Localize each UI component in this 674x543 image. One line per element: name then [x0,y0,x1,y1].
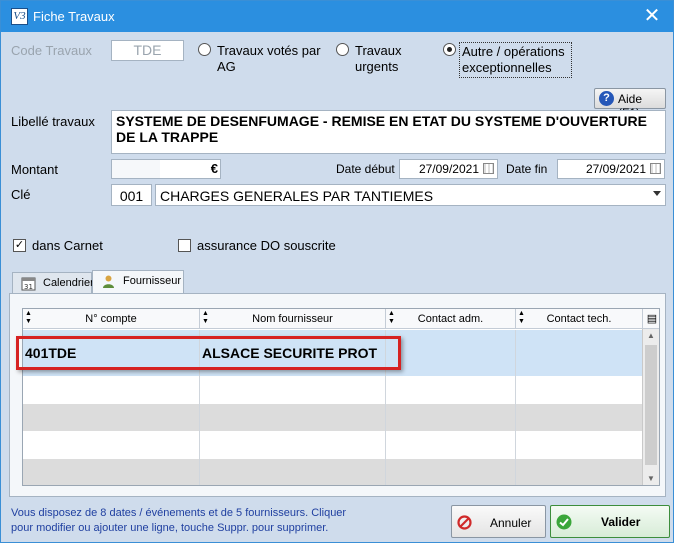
column-header[interactable]: ▲ ▼ Nom fournisseur [200,309,386,329]
column-settings-icon[interactable]: ▤ [643,309,659,329]
column-header[interactable]: ▲ ▼ Contact adm. [386,309,516,329]
currency-symbol: € [210,161,218,176]
validate-button-label: Valider [601,515,641,529]
table-cell [386,431,516,459]
code-travaux-label: Code Travaux [11,43,92,58]
calendar-icon[interactable] [483,163,494,174]
cancel-button[interactable]: Annuler [451,505,546,538]
radio-autre-operations[interactable] [443,43,456,56]
assurance-do-checkbox[interactable] [178,239,191,252]
scroll-up-icon[interactable]: ▲ [643,329,659,343]
help-button[interactable]: ? Aide (F1) [594,88,666,120]
radio-travaux-urgents[interactable] [336,43,349,56]
table-cell [516,431,643,459]
table-cell [386,376,516,404]
calendar-icon: 31 [21,277,36,291]
dialog-window: V3 Fiche Travaux ✕ Code Travaux TDE Trav… [0,0,674,543]
tab-fournisseur[interactable]: Fournisseur [92,270,184,294]
app-logo-icon: V3 [11,8,28,25]
column-header[interactable]: ▲ ▼ Contact tech. [516,309,643,329]
dans-carnet-label: dans Carnet [32,238,103,253]
cle-label: Clé [11,187,31,202]
svg-text:31: 31 [24,283,33,291]
code-travaux-field[interactable]: TDE [111,40,184,61]
date-debut-value: 27/09/2021 [418,162,479,176]
date-fin-field[interactable]: 27/09/2021 [557,159,665,179]
help-icon: ? [599,91,614,106]
table-row[interactable] [23,376,643,404]
chevron-down-icon[interactable] [653,191,661,196]
scroll-down-icon[interactable]: ▼ [643,472,659,485]
tab-calendrier-label: Calendrier [43,277,94,289]
tab-calendrier[interactable]: 31 Calendrier [12,272,94,294]
window-title: Fiche Travaux [33,9,115,24]
table-cell [386,404,516,431]
table-cell [23,376,200,404]
status-message: Vous disposez de 8 dates / événements et… [11,507,347,534]
date-debut-field[interactable]: 27/09/2021 [399,159,498,179]
cle-select-value: CHARGES GENERALES PAR TANTIEMES [160,188,434,204]
table-cell [200,404,386,431]
table-cell [200,459,386,485]
cancel-icon [457,515,472,530]
radio-travaux-urgents-label: Travaux urgents [355,43,402,74]
radio-autre-operations-label: Autre / opérations exceptionnelles [459,42,572,78]
table-cell [516,376,643,404]
column-header[interactable]: ▲ ▼ N° compte [23,309,200,329]
radio-travaux-ag-label: Travaux votés par AG [217,43,321,74]
table-cell [23,404,200,431]
montant-label: Montant [11,162,58,177]
table-cell [23,459,200,485]
scrollbar-thumb[interactable] [645,345,657,465]
date-fin-label: Date fin [506,162,548,176]
table-cell [516,404,643,431]
sort-icon: ▲ ▼ [518,310,525,325]
radio-travaux-ag[interactable] [198,43,211,56]
cle-code-field[interactable]: 001 [111,184,152,206]
title-bar[interactable]: V3 Fiche Travaux ✕ [1,1,673,32]
validate-button[interactable]: Valider [550,505,670,538]
sort-icon: ▲ ▼ [388,310,395,325]
date-fin-value: 27/09/2021 [585,162,646,176]
table-cell [386,330,516,376]
assurance-do-label: assurance DO souscrite [197,238,336,253]
cancel-button-label: Annuler [490,516,532,530]
libelle-textarea[interactable]: SYSTEME DE DESENFUMAGE - REMISE EN ETAT … [111,110,666,154]
table-row[interactable] [23,431,643,459]
cle-select[interactable]: CHARGES GENERALES PAR TANTIEMES [155,184,666,206]
supplier-table[interactable]: ▲ ▼ N° compte ▲ ▼ Nom fournisseur ▲ ▼ Contact … [22,308,660,486]
dans-carnet-checkbox[interactable]: ✓ [13,239,26,252]
sort-icon: ▲ ▼ [25,310,32,325]
supplier-person-icon [103,275,114,288]
table-cell [386,459,516,485]
table-cell [516,330,643,376]
close-icon[interactable]: ✕ [639,4,665,28]
table-cell [200,431,386,459]
table-row[interactable] [23,459,643,485]
highlight-annotation [16,336,401,370]
date-debut-label: Date début [336,162,395,176]
table-row[interactable] [23,404,643,431]
vertical-scrollbar[interactable]: ▲ ▼ [642,329,659,485]
montant-field[interactable]: € [111,159,221,179]
table-cell [516,459,643,485]
tab-fournisseur-label: Fournisseur [123,275,182,287]
calendar-icon[interactable] [650,163,661,174]
libelle-label: Libellé travaux [11,114,95,129]
table-cell [23,431,200,459]
sort-icon: ▲ ▼ [202,310,209,325]
check-icon [556,514,572,530]
montant-value [112,160,160,178]
table-cell [200,376,386,404]
